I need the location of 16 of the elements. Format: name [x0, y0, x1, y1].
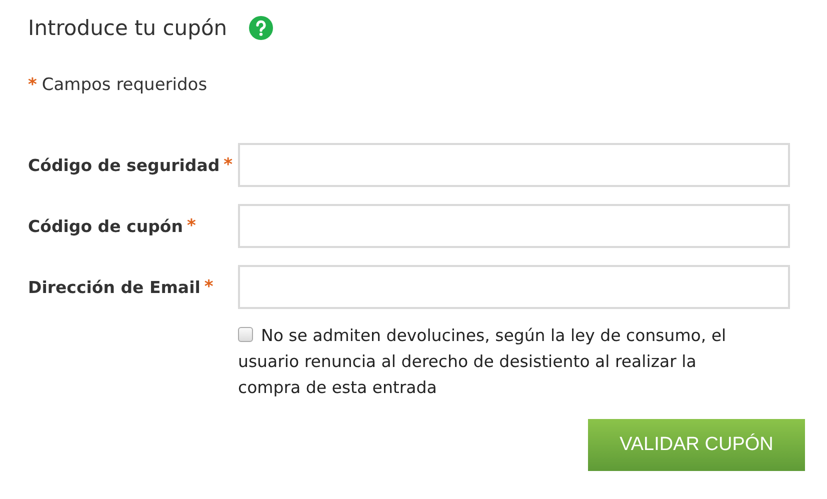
field-label: Código de seguridad: [28, 156, 220, 174]
help-icon[interactable]: [249, 16, 274, 40]
field-label: Dirección de Email: [28, 278, 200, 296]
input-field[interactable]: [238, 265, 790, 309]
input-field[interactable]: [238, 143, 790, 187]
input-field[interactable]: [238, 204, 790, 248]
consent-text: No se admiten devolucines, según la ley de consumo, el usuario renuncia al derecho de desistiento al realizar la compra de esta entrada: [238, 325, 728, 399]
required-note: Campos requeridos: [42, 75, 208, 95]
field-label: Código de cupón: [28, 216, 183, 236]
validate-button[interactable]: VALIDAR CUPÓN: [588, 419, 805, 471]
required-asterisk: *: [28, 75, 37, 95]
checkbox[interactable]: [238, 327, 253, 342]
required-asterisk: *: [204, 277, 214, 297]
form-title: Introduce tu cupón: [28, 16, 228, 40]
required-asterisk: *: [186, 216, 196, 236]
required-asterisk: *: [224, 155, 233, 175]
